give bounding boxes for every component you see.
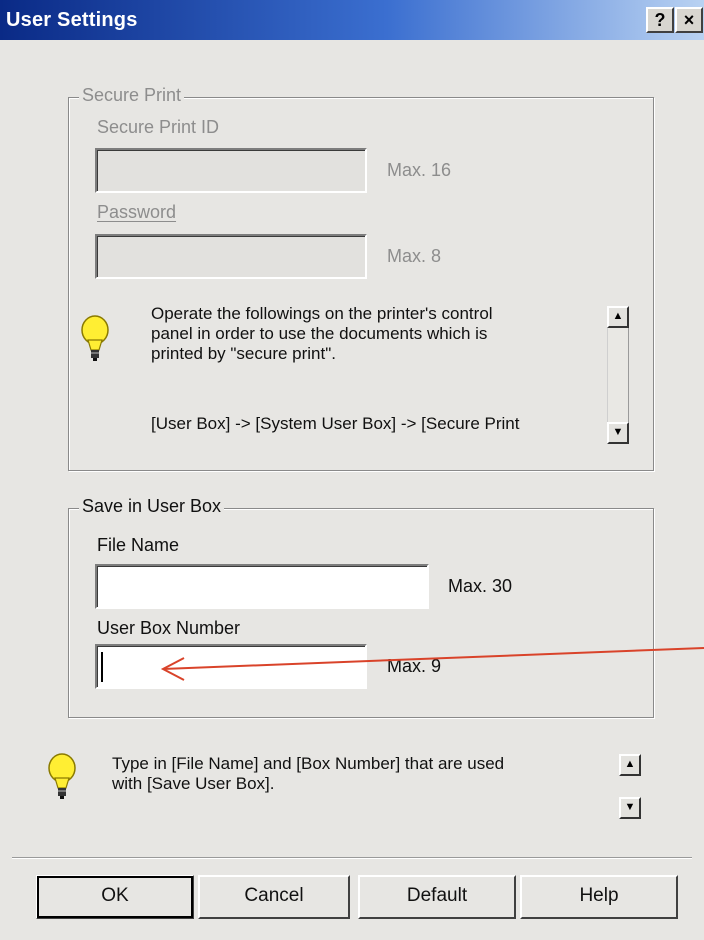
hint-scroll-down[interactable]: ▼: [619, 797, 641, 819]
annotation-arrow: [160, 647, 704, 681]
separator: [12, 857, 692, 859]
hint-line1: Type in [File Name] and [Box Number] tha…: [112, 754, 505, 773]
default-button[interactable]: Default: [358, 875, 516, 919]
hint-lightbulb-icon: [48, 753, 76, 799]
hint-scroll-up[interactable]: ▲: [619, 754, 641, 776]
cancel-button[interactable]: Cancel: [198, 875, 350, 919]
ok-button[interactable]: OK: [36, 875, 194, 919]
hint-line2: with [Save User Box].: [112, 774, 275, 793]
help-button[interactable]: Help: [520, 875, 678, 919]
